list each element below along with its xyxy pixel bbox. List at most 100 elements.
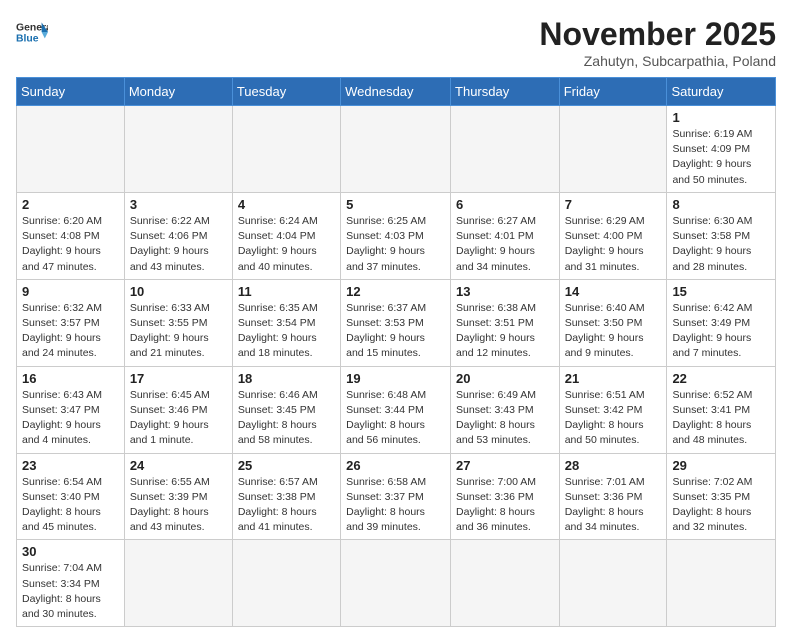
day-number: 9 <box>22 284 119 299</box>
calendar-table: SundayMondayTuesdayWednesdayThursdayFrid… <box>16 77 776 627</box>
day-info: Sunrise: 6:49 AM Sunset: 3:43 PM Dayligh… <box>456 388 554 449</box>
calendar-cell: 5 Sunrise: 6:25 AM Sunset: 4:03 PM Daylig… <box>341 192 451 279</box>
day-info: Sunrise: 6:19 AM Sunset: 4:09 PM Dayligh… <box>672 127 770 188</box>
day-number: 7 <box>565 197 662 212</box>
logo-icon: General Blue <box>16 16 48 48</box>
day-info: Sunrise: 6:29 AM Sunset: 4:00 PM Dayligh… <box>565 214 662 275</box>
calendar-cell: 6 Sunrise: 6:27 AM Sunset: 4:01 PM Daylig… <box>451 192 560 279</box>
calendar-cell: 27 Sunrise: 7:00 AM Sunset: 3:36 PM Dayli… <box>451 453 560 540</box>
day-info: Sunrise: 6:48 AM Sunset: 3:44 PM Dayligh… <box>346 388 445 449</box>
day-number: 18 <box>238 371 335 386</box>
calendar-cell <box>667 540 776 627</box>
calendar-cell: 14Sunrise: 6:40 AM Sunset: 3:50 PM Dayli… <box>559 279 667 366</box>
calendar-cell: 9 Sunrise: 6:32 AM Sunset: 3:57 PM Daylig… <box>17 279 125 366</box>
day-info: Sunrise: 6:55 AM Sunset: 3:39 PM Dayligh… <box>130 475 227 536</box>
calendar-cell: 3Sunrise: 6:22 AM Sunset: 4:06 PM Daylig… <box>124 192 232 279</box>
day-info: Sunrise: 7:00 AM Sunset: 3:36 PM Dayligh… <box>456 475 554 536</box>
day-info: Sunrise: 6:54 AM Sunset: 3:40 PM Dayligh… <box>22 475 119 536</box>
day-info: Sunrise: 6:33 AM Sunset: 3:55 PM Dayligh… <box>130 301 227 362</box>
day-number: 20 <box>456 371 554 386</box>
svg-text:Blue: Blue <box>16 34 39 45</box>
day-number: 17 <box>130 371 227 386</box>
day-info: Sunrise: 6:58 AM Sunset: 3:37 PM Dayligh… <box>346 475 445 536</box>
day-number: 16 <box>22 371 119 386</box>
calendar-cell: 18 Sunrise: 6:46 AM Sunset: 3:45 PM Dayli… <box>232 366 340 453</box>
calendar-cell: 12Sunrise: 6:37 AM Sunset: 3:53 PM Dayli… <box>341 279 451 366</box>
day-number: 10 <box>130 284 227 299</box>
weekday-header-saturday: Saturday <box>667 78 776 106</box>
calendar-cell: 28 Sunrise: 7:01 AM Sunset: 3:36 PM Dayli… <box>559 453 667 540</box>
weekday-header-friday: Friday <box>559 78 667 106</box>
day-number: 6 <box>456 197 554 212</box>
day-number: 11 <box>238 284 335 299</box>
weekday-header-thursday: Thursday <box>451 78 560 106</box>
day-number: 2 <box>22 197 119 212</box>
day-number: 12 <box>346 284 445 299</box>
calendar-cell: 16Sunrise: 6:43 AM Sunset: 3:47 PM Dayli… <box>17 366 125 453</box>
day-info: Sunrise: 6:27 AM Sunset: 4:01 PM Dayligh… <box>456 214 554 275</box>
day-number: 26 <box>346 458 445 473</box>
week-row-2: 2Sunrise: 6:20 AM Sunset: 4:08 PM Daylig… <box>17 192 776 279</box>
day-number: 4 <box>238 197 335 212</box>
calendar-cell: 26 Sunrise: 6:58 AM Sunset: 3:37 PM Dayli… <box>341 453 451 540</box>
week-row-4: 16Sunrise: 6:43 AM Sunset: 3:47 PM Dayli… <box>17 366 776 453</box>
calendar-cell <box>451 540 560 627</box>
logo: General Blue <box>16 16 48 48</box>
day-info: Sunrise: 6:42 AM Sunset: 3:49 PM Dayligh… <box>672 301 770 362</box>
calendar-cell: 4 Sunrise: 6:24 AM Sunset: 4:04 PM Daylig… <box>232 192 340 279</box>
weekday-header-row: SundayMondayTuesdayWednesdayThursdayFrid… <box>17 78 776 106</box>
day-info: Sunrise: 6:35 AM Sunset: 3:54 PM Dayligh… <box>238 301 335 362</box>
calendar-cell <box>341 540 451 627</box>
day-info: Sunrise: 6:52 AM Sunset: 3:41 PM Dayligh… <box>672 388 770 449</box>
day-number: 30 <box>22 544 119 559</box>
day-info: Sunrise: 6:24 AM Sunset: 4:04 PM Dayligh… <box>238 214 335 275</box>
day-number: 29 <box>672 458 770 473</box>
day-number: 21 <box>565 371 662 386</box>
calendar-cell: 20 Sunrise: 6:49 AM Sunset: 3:43 PM Dayli… <box>451 366 560 453</box>
calendar-cell: 23Sunrise: 6:54 AM Sunset: 3:40 PM Dayli… <box>17 453 125 540</box>
calendar-cell: 15Sunrise: 6:42 AM Sunset: 3:49 PM Dayli… <box>667 279 776 366</box>
day-info: Sunrise: 7:04 AM Sunset: 3:34 PM Dayligh… <box>22 561 119 622</box>
day-number: 8 <box>672 197 770 212</box>
calendar-cell <box>17 106 125 193</box>
day-number: 27 <box>456 458 554 473</box>
day-info: Sunrise: 6:40 AM Sunset: 3:50 PM Dayligh… <box>565 301 662 362</box>
day-info: Sunrise: 6:51 AM Sunset: 3:42 PM Dayligh… <box>565 388 662 449</box>
day-number: 25 <box>238 458 335 473</box>
weekday-header-tuesday: Tuesday <box>232 78 340 106</box>
day-number: 3 <box>130 197 227 212</box>
weekday-header-monday: Monday <box>124 78 232 106</box>
month-title: November 2025 <box>539 16 776 53</box>
location-title: Zahutyn, Subcarpathia, Poland <box>539 53 776 69</box>
calendar-cell <box>559 540 667 627</box>
day-info: Sunrise: 6:57 AM Sunset: 3:38 PM Dayligh… <box>238 475 335 536</box>
day-info: Sunrise: 7:02 AM Sunset: 3:35 PM Dayligh… <box>672 475 770 536</box>
day-number: 28 <box>565 458 662 473</box>
calendar-cell: 30 Sunrise: 7:04 AM Sunset: 3:34 PM Dayli… <box>17 540 125 627</box>
calendar-cell <box>341 106 451 193</box>
calendar-cell <box>559 106 667 193</box>
day-info: Sunrise: 6:45 AM Sunset: 3:46 PM Dayligh… <box>130 388 227 449</box>
calendar-cell: 11 Sunrise: 6:35 AM Sunset: 3:54 PM Dayli… <box>232 279 340 366</box>
day-number: 5 <box>346 197 445 212</box>
day-info: Sunrise: 6:46 AM Sunset: 3:45 PM Dayligh… <box>238 388 335 449</box>
calendar-cell: 13Sunrise: 6:38 AM Sunset: 3:51 PM Dayli… <box>451 279 560 366</box>
day-number: 24 <box>130 458 227 473</box>
calendar-cell: 25 Sunrise: 6:57 AM Sunset: 3:38 PM Dayli… <box>232 453 340 540</box>
calendar-cell <box>451 106 560 193</box>
day-number: 19 <box>346 371 445 386</box>
day-number: 13 <box>456 284 554 299</box>
day-info: Sunrise: 6:32 AM Sunset: 3:57 PM Dayligh… <box>22 301 119 362</box>
weekday-header-sunday: Sunday <box>17 78 125 106</box>
calendar-cell: 22Sunrise: 6:52 AM Sunset: 3:41 PM Dayli… <box>667 366 776 453</box>
day-info: Sunrise: 6:30 AM Sunset: 3:58 PM Dayligh… <box>672 214 770 275</box>
calendar-cell <box>124 540 232 627</box>
day-number: 1 <box>672 110 770 125</box>
week-row-5: 23Sunrise: 6:54 AM Sunset: 3:40 PM Dayli… <box>17 453 776 540</box>
calendar-cell: 8 Sunrise: 6:30 AM Sunset: 3:58 PM Daylig… <box>667 192 776 279</box>
day-info: Sunrise: 6:25 AM Sunset: 4:03 PM Dayligh… <box>346 214 445 275</box>
day-info: Sunrise: 7:01 AM Sunset: 3:36 PM Dayligh… <box>565 475 662 536</box>
calendar-cell: 21 Sunrise: 6:51 AM Sunset: 3:42 PM Dayli… <box>559 366 667 453</box>
week-row-1: 1 Sunrise: 6:19 AM Sunset: 4:09 PM Daylig… <box>17 106 776 193</box>
calendar-cell <box>124 106 232 193</box>
